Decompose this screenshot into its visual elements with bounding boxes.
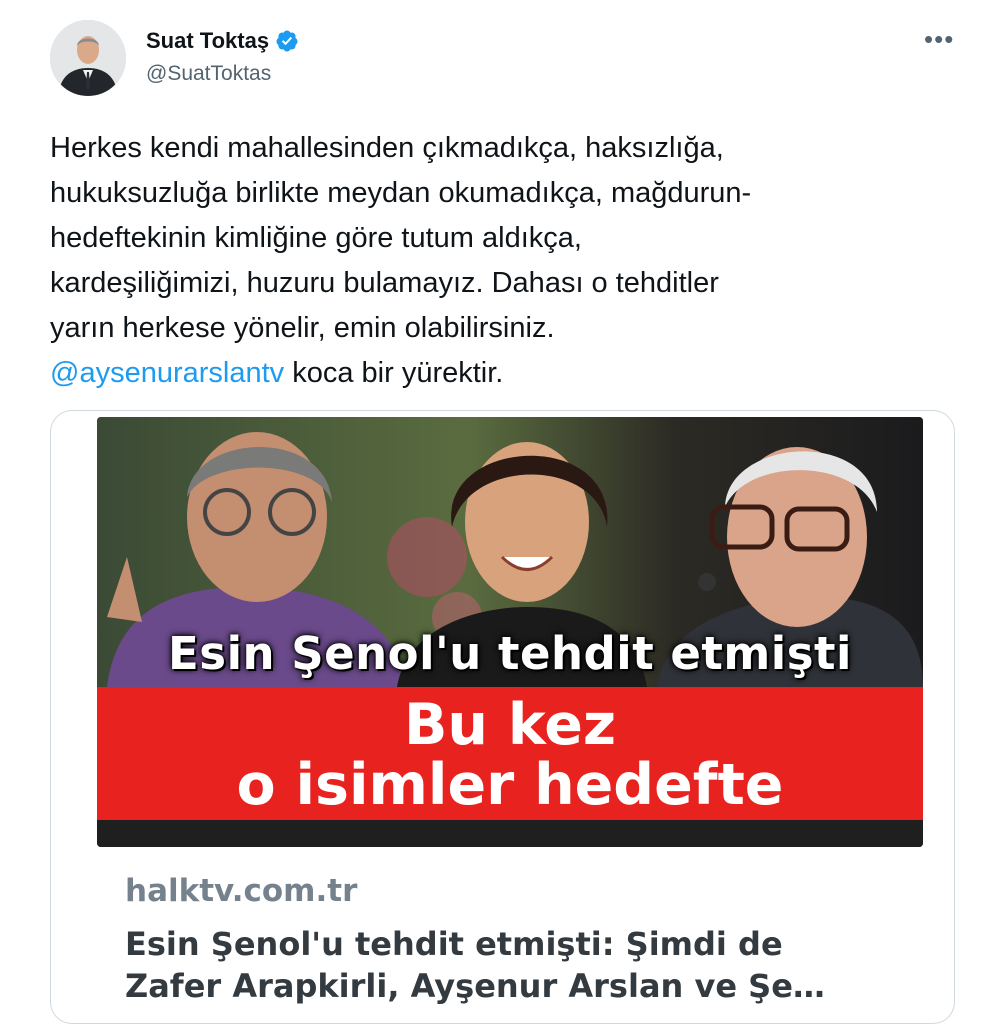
image-headline-red-line: o isimler hedefte <box>236 752 784 818</box>
card-image: Esin Şenol'u tehdit etmişti Bu kez o isi… <box>97 417 923 847</box>
tweet-text-line: hedeftekinin kimliğine göre tutum aldıkç… <box>50 222 582 254</box>
card-body: halktv.com.tr Esin Şenol'u tehdit etmişt… <box>97 847 923 1023</box>
tweet-text-line: hukuksuzluğa birlikte meydan okumadıkça,… <box>50 177 752 209</box>
tweet-text: Herkes kendi mahallesinden çıkmadıkça, h… <box>50 126 940 396</box>
tweet-text-line: yarın herkese yönelir, emin olabilirsini… <box>50 312 555 344</box>
card-title: Esin Şenol'u tehdit etmişti: Şimdi de Za… <box>125 923 905 1007</box>
link-card[interactable]: Esin Şenol'u tehdit etmişti Bu kez o isi… <box>50 410 955 1024</box>
tweet: Suat Toktaş @SuatToktas ••• Herkes kendi… <box>0 0 988 1028</box>
author-name-row: Suat Toktaş <box>146 28 299 54</box>
card-title-line: Zafer Arapkirli, Ayşenur Arslan ve Şe… <box>125 967 825 1005</box>
verified-badge-icon <box>275 29 299 53</box>
image-headline-top: Esin Şenol'u tehdit etmişti <box>168 627 852 680</box>
image-headline-red-line: Bu kez <box>403 692 617 758</box>
author-name[interactable]: Suat Toktaş <box>146 28 269 54</box>
mention-link[interactable]: @aysenurarslantv <box>50 357 284 389</box>
image-headline-red: Bu kez o isimler hedefte <box>97 695 923 815</box>
author-handle[interactable]: @SuatToktas <box>146 62 271 86</box>
author-avatar[interactable] <box>50 20 126 96</box>
card-domain: halktv.com.tr <box>125 873 358 909</box>
card-title-line: Esin Şenol'u tehdit etmişti: Şimdi de <box>125 925 783 963</box>
avatar-image <box>50 20 126 96</box>
more-options-icon[interactable]: ••• <box>924 26 954 52</box>
image-dark-band <box>97 820 923 847</box>
tweet-text-segment: koca bir yürektir. <box>284 357 504 389</box>
tweet-text-line: kardeşiliğimizi, huzuru bulamayız. Dahas… <box>50 267 719 299</box>
tweet-text-line: @aysenurarslantv koca bir yürektir. <box>50 351 940 396</box>
tweet-text-line: Herkes kendi mahallesinden çıkmadıkça, h… <box>50 132 724 164</box>
